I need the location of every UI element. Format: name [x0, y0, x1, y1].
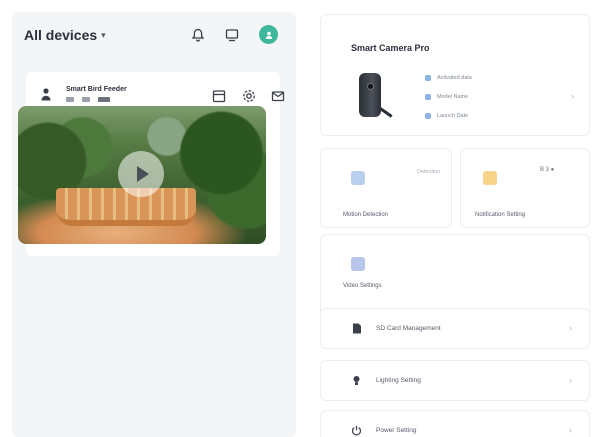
- video-settings-tile[interactable]: Video Settings: [320, 234, 590, 316]
- notification-setting-tile[interactable]: B 3 ● Notification Setting: [460, 148, 590, 228]
- camera-lens: [367, 83, 374, 90]
- battery-icon: [98, 97, 110, 102]
- info-dot-icon: [425, 75, 431, 81]
- camera-info-row: Activated data: [425, 75, 472, 81]
- power-setting-row[interactable]: Power Setting ›: [320, 410, 590, 437]
- calendar-icon[interactable]: [212, 89, 226, 103]
- all-devices-dropdown[interactable]: All devices ▾: [24, 27, 106, 43]
- play-button[interactable]: [118, 151, 164, 197]
- sd-card-management-label: SD Card Management: [376, 325, 441, 332]
- chevron-right-icon: ›: [569, 425, 572, 435]
- notification-icon: [483, 171, 497, 185]
- chevron-right-icon: ›: [569, 323, 572, 333]
- chevron-right-icon: ›: [571, 91, 574, 101]
- mail-icon[interactable]: [271, 89, 285, 103]
- sd-card-management-row[interactable]: SD Card Management ›: [320, 308, 590, 349]
- camera-info-row: Model Name: [425, 94, 468, 100]
- camera-title: Smart Camera Pro: [351, 43, 430, 53]
- gear-icon[interactable]: [242, 89, 256, 103]
- power-icon: [351, 425, 362, 436]
- device-list-header: All devices ▾: [12, 12, 296, 56]
- video-icon: [351, 257, 365, 271]
- user-avatar-icon[interactable]: [259, 25, 278, 44]
- device-name: Smart Bird Feeder: [66, 86, 127, 93]
- live-video-thumbnail[interactable]: [18, 106, 266, 244]
- video-feeder: [56, 188, 196, 226]
- notification-setting-label: Notification Setting: [475, 212, 526, 218]
- bell-icon[interactable]: [189, 26, 207, 44]
- camera-info-row: Launch Date: [425, 113, 468, 119]
- power-setting-label: Power Setting: [376, 427, 417, 434]
- all-devices-label: All devices: [24, 27, 98, 43]
- motion-detection-tile[interactable]: Detection Motion Detection: [320, 148, 452, 228]
- message-icon[interactable]: [223, 26, 241, 44]
- info-dot-icon: [425, 94, 431, 100]
- device-status-icons: [66, 97, 110, 102]
- bird-feeder-icon: [41, 88, 51, 101]
- sd-card-icon: [82, 97, 90, 102]
- chevron-right-icon: ›: [569, 375, 572, 385]
- play-icon: [136, 166, 149, 182]
- camera-cable: [379, 107, 393, 118]
- video-settings-label: Video Settings: [343, 283, 382, 289]
- sd-card-icon: [353, 323, 361, 334]
- lighting-setting-label: Lighting Setting: [376, 377, 421, 384]
- camera-info-card[interactable]: Smart Camera Pro Activated data Model Na…: [320, 14, 590, 136]
- motion-icon: [351, 171, 365, 185]
- camera-info-text: Activated data: [437, 75, 472, 81]
- motion-detection-label: Motion Detection: [343, 212, 389, 218]
- camera-info-text: Launch Date: [437, 113, 469, 119]
- camera-device-image: [359, 73, 381, 117]
- lightbulb-icon: [353, 376, 360, 385]
- info-dot-icon: [425, 113, 431, 119]
- chevron-down-icon: ▾: [101, 29, 106, 40]
- lighting-setting-row[interactable]: Lighting Setting ›: [320, 360, 590, 401]
- notification-status: B 3 ●: [540, 167, 555, 173]
- motion-detection-status: Detection: [417, 169, 441, 175]
- wifi-icon: [66, 97, 74, 102]
- device-settings-panel: Smart Camera Pro Activated data Model Na…: [320, 14, 590, 437]
- camera-info-text: Model Name: [437, 94, 469, 100]
